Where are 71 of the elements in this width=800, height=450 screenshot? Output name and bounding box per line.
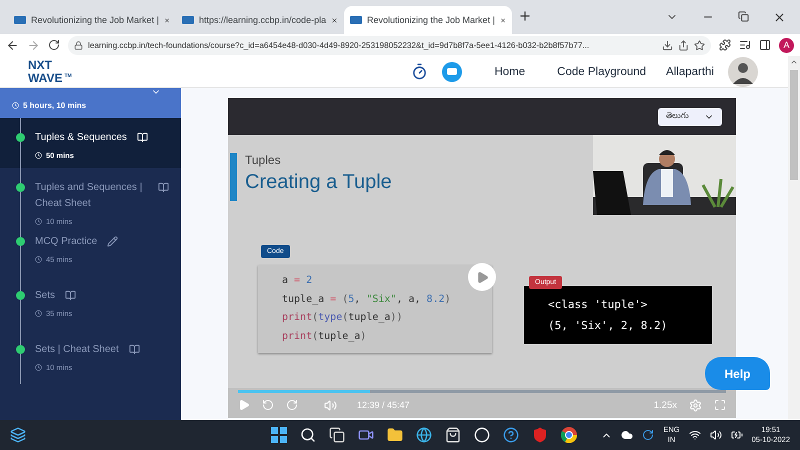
reload-icon[interactable]: [48, 39, 60, 51]
nav-link[interactable]: Home: [494, 66, 526, 78]
profile-avatar[interactable]: A: [779, 38, 794, 52]
puzzle-icon[interactable]: [719, 39, 731, 51]
lesson-title: Tuples and Sequences | Cheat Sheet: [35, 181, 144, 211]
stopwatch-icon[interactable]: [411, 63, 428, 80]
code-line: print(tuple_a): [282, 330, 368, 344]
site-icon: [182, 16, 194, 24]
help-button[interactable]: Help: [705, 357, 770, 390]
output-line: <class 'tuple'>: [548, 297, 648, 313]
back-icon[interactable]: [6, 38, 19, 52]
scrollbar-thumb[interactable]: [790, 70, 798, 180]
battery-icon[interactable]: [730, 429, 743, 441]
book-icon: [136, 132, 148, 143]
avatar[interactable]: [728, 56, 758, 86]
search-icon[interactable]: [300, 427, 316, 443]
plus-icon[interactable]: [518, 9, 532, 23]
clock-icon: [35, 152, 42, 159]
restore-icon[interactable]: [738, 11, 749, 22]
browser-tab[interactable]: https://learning.ccbp.in/code-pla: [176, 6, 344, 34]
close-icon[interactable]: [773, 11, 786, 24]
media-icon[interactable]: [739, 39, 751, 51]
site-icon: [350, 16, 362, 24]
clock-icon: [35, 256, 42, 263]
shield-icon[interactable]: [532, 427, 548, 443]
pencil-icon: [107, 236, 118, 247]
browser-tab[interactable]: Revolutionizing the Job Market |: [344, 6, 512, 34]
slide-title: Creating a Tuple: [245, 171, 392, 194]
chrome-icon[interactable]: [561, 427, 577, 443]
volume-icon[interactable]: [710, 429, 722, 441]
folder-icon[interactable]: [387, 427, 403, 443]
sync-icon[interactable]: [642, 429, 654, 441]
total-duration: 5 hours, 10 mins: [12, 101, 86, 110]
playback-time: 12:39 / 45:47: [357, 400, 410, 410]
chat-icon[interactable]: [442, 62, 462, 82]
lesson-title: Sets | Cheat Sheet: [35, 343, 119, 357]
play-icon: [476, 270, 488, 284]
logo[interactable]: NXT WAVE $^{TM}$: [28, 60, 72, 84]
play-button[interactable]: [468, 263, 496, 291]
code-line: a = 2: [282, 274, 314, 288]
code-line: tuple_a = (5, "Six", a, 8.2): [282, 292, 452, 306]
lesson-title: Tuples & Sequences: [35, 131, 127, 145]
language-dropdown[interactable]: తెలుగు: [658, 108, 722, 126]
scroll-up-icon[interactable]: [790, 58, 798, 66]
book-icon: [158, 182, 169, 193]
share-icon[interactable]: [678, 40, 689, 50]
code-line: print(type(tuple_a)): [282, 311, 404, 325]
nav-link[interactable]: Code Playground: [557, 66, 646, 78]
browser-tab[interactable]: Revolutionizing the Job Market |: [8, 6, 176, 34]
star-icon[interactable]: [694, 40, 705, 50]
clock-icon: [35, 218, 42, 225]
clock-icon: [12, 102, 19, 109]
lock-icon: [74, 40, 83, 50]
cloud-icon[interactable]: [621, 429, 634, 441]
help-icon[interactable]: [503, 427, 519, 443]
circle-icon[interactable]: [474, 427, 490, 443]
book-icon: [65, 290, 76, 301]
download-icon[interactable]: [662, 40, 673, 50]
globe-icon[interactable]: [416, 427, 432, 443]
clock-icon: [35, 364, 42, 371]
clock-icon: [35, 310, 42, 317]
user-name[interactable]: Allaparthi: [666, 66, 714, 78]
slide-subtitle: Tuples: [245, 153, 282, 167]
address-field[interactable]: learning.ccbp.in/tech-foundations/course?c_id=a6454e48-d030-4d49-8920-253198052232&t_id=9d7b8f7a-5ee1-4126-b032-b2b8f57b77...: [68, 36, 711, 54]
lesson-title: MCQ Practice: [35, 235, 98, 249]
start-icon[interactable]: [271, 427, 287, 443]
site-icon: [14, 16, 26, 24]
lesson-title: Sets: [35, 289, 56, 303]
output-line: (5, 'Six', 2, 8.2): [548, 318, 668, 334]
side-panel-icon[interactable]: [759, 39, 771, 51]
book-icon: [128, 344, 140, 355]
